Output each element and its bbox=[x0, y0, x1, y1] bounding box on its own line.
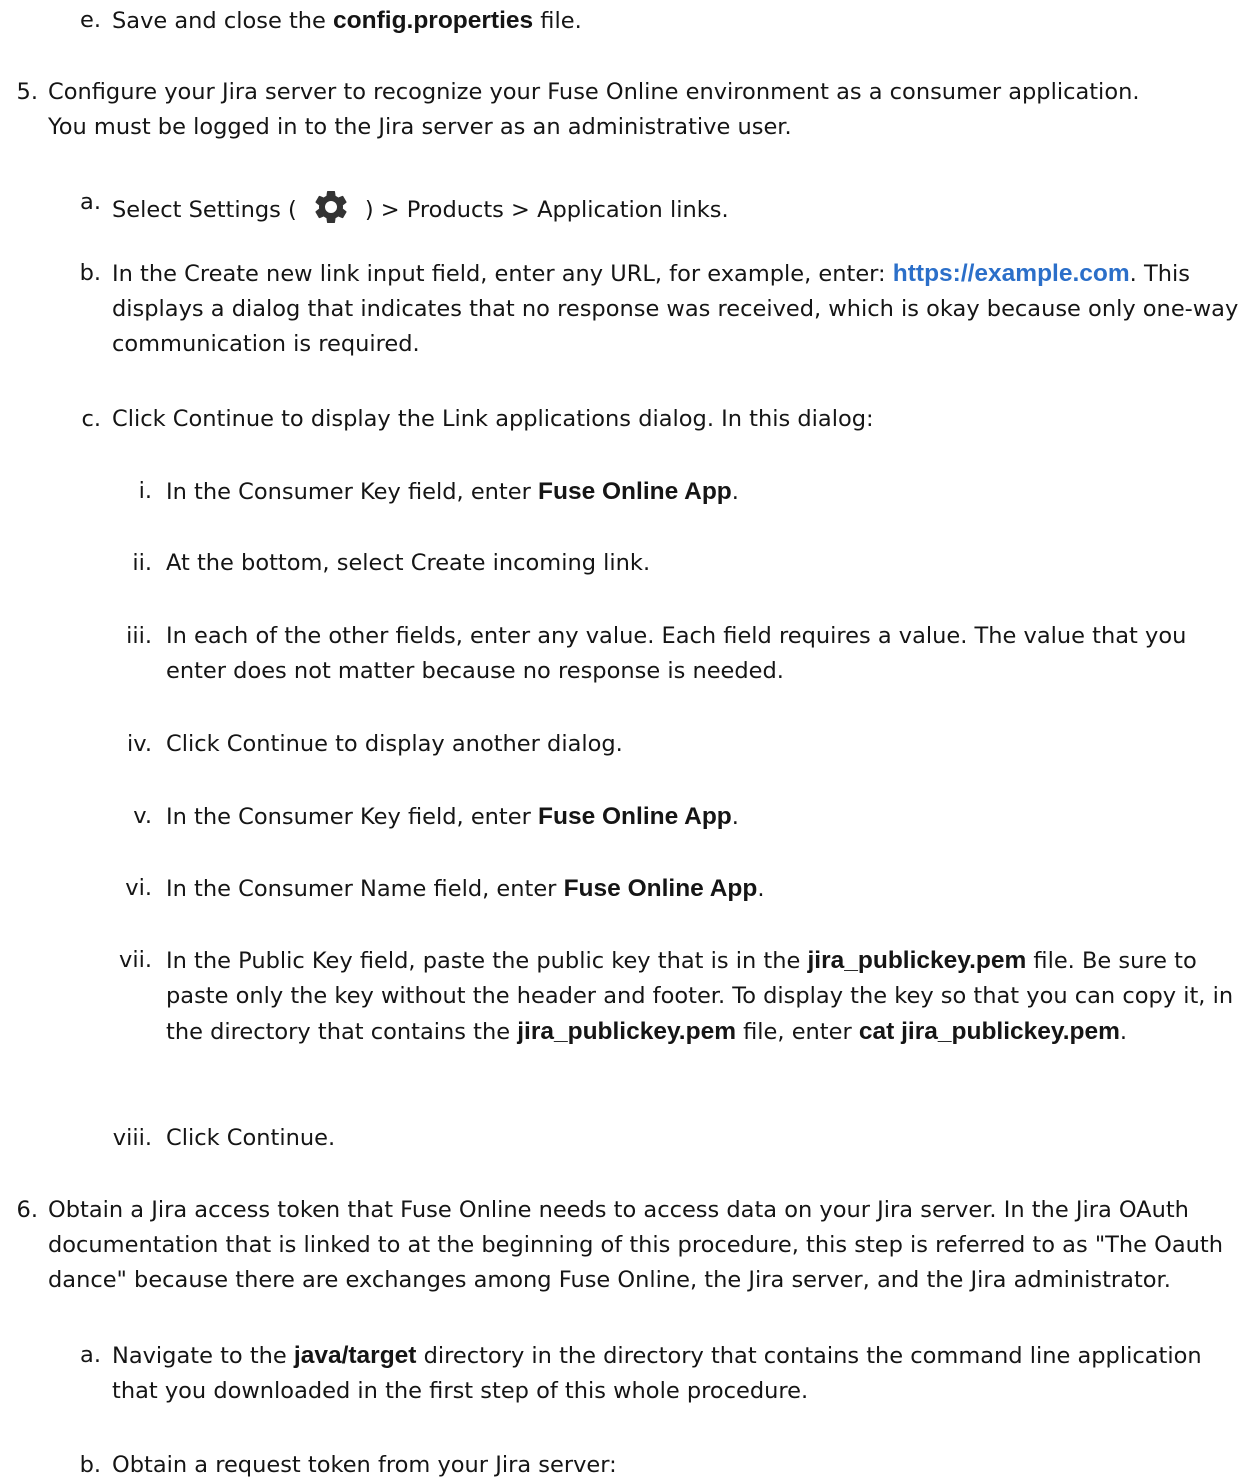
list-marker: b. bbox=[79, 260, 101, 286]
ui-create-incoming-link: Create incoming link bbox=[410, 550, 643, 576]
dirname-java-target: java/target bbox=[293, 1342, 417, 1369]
list-item-5c-i: i. In the Consumer Key field, enter Fuse… bbox=[112, 474, 1242, 510]
list-marker: v. bbox=[133, 803, 152, 829]
ui-continue: Continue bbox=[226, 1125, 328, 1151]
list-marker: b. bbox=[79, 1452, 101, 1478]
list-item-5c-viii: viii. Click Continue. bbox=[112, 1121, 1242, 1156]
list-item-5c: c. Click Continue to display the Link ap… bbox=[75, 402, 1245, 437]
list-item-5c-iii: iii. In each of the other fields, enter … bbox=[112, 619, 1242, 689]
list-item-5c-vi: vi. In the Consumer Name field, enter Fu… bbox=[112, 871, 1242, 907]
ui-consumer-key: Consumer Key bbox=[238, 804, 401, 830]
list-marker: viii. bbox=[112, 1125, 152, 1151]
ui-products: Products bbox=[406, 197, 504, 223]
list-marker: e. bbox=[80, 7, 101, 33]
filename-jira-publickey: jira_publickey.pem bbox=[807, 947, 1027, 974]
list-item-4e: e. Save and close the config.properties … bbox=[75, 3, 1245, 39]
list-marker: iv. bbox=[127, 731, 152, 757]
ui-application-links: Application links bbox=[537, 197, 722, 223]
list-marker: ii. bbox=[132, 550, 152, 576]
list-marker: vi. bbox=[125, 875, 152, 901]
ui-consumer-key: Consumer Key bbox=[238, 479, 401, 505]
ui-public-key: Public Key bbox=[238, 948, 353, 974]
list-item-6a: a. Navigate to the java/target directory… bbox=[75, 1338, 1205, 1409]
list-marker: 6. bbox=[16, 1197, 38, 1223]
ui-consumer-name: Consumer Name bbox=[238, 876, 427, 902]
ui-continue: Continue bbox=[226, 731, 328, 757]
ui-settings: Settings bbox=[188, 197, 281, 223]
list-item-6: 6. Obtain a Jira access token that Fuse … bbox=[0, 1193, 1258, 1298]
ui-continue: Continue bbox=[172, 406, 274, 432]
list-marker: a. bbox=[80, 1342, 101, 1368]
list-item-5c-vii: vii. In the Public Key field, paste the … bbox=[112, 943, 1250, 1050]
value-fuse-online-app: Fuse Online App bbox=[563, 875, 758, 902]
list-item-5c-v: v. In the Consumer Key field, enter Fuse… bbox=[112, 799, 1242, 835]
document-page: e. Save and close the config.properties … bbox=[0, 0, 1258, 1478]
value-fuse-online-app: Fuse Online App bbox=[538, 803, 732, 830]
list-item-6b: b. Obtain a request token from your Jira… bbox=[75, 1448, 1205, 1483]
list-marker: vii. bbox=[119, 947, 152, 973]
list-item-5: 5. Configure your Jira server to recogni… bbox=[0, 75, 1175, 145]
list-item-5c-ii: ii. At the bottom, select Create incomin… bbox=[112, 546, 1242, 581]
ui-link-applications: Link applications bbox=[441, 406, 632, 432]
filename-jira-publickey: jira_publickey.pem bbox=[517, 1018, 736, 1045]
gear-icon bbox=[302, 185, 359, 229]
list-marker: a. bbox=[80, 189, 101, 215]
list-marker: iii. bbox=[126, 623, 152, 649]
command-cat: cat jira_publickey.pem bbox=[858, 1018, 1120, 1045]
filename-config-properties: config.properties bbox=[333, 7, 534, 34]
list-item-5a: a. Select Settings () > Products > Appli… bbox=[75, 185, 1245, 229]
list-marker: i. bbox=[138, 478, 152, 504]
list-item-5b: b. In the Create new link input field, e… bbox=[75, 256, 1250, 362]
value-fuse-online-app: Fuse Online App bbox=[538, 478, 732, 505]
list-marker: 5. bbox=[16, 79, 38, 105]
example-url-link[interactable]: https://example.com bbox=[893, 260, 1130, 287]
list-item-5c-iv: iv. Click Continue to display another di… bbox=[112, 727, 1242, 762]
list-marker: c. bbox=[81, 406, 101, 432]
ui-create-new-link: Create new link bbox=[184, 261, 360, 287]
